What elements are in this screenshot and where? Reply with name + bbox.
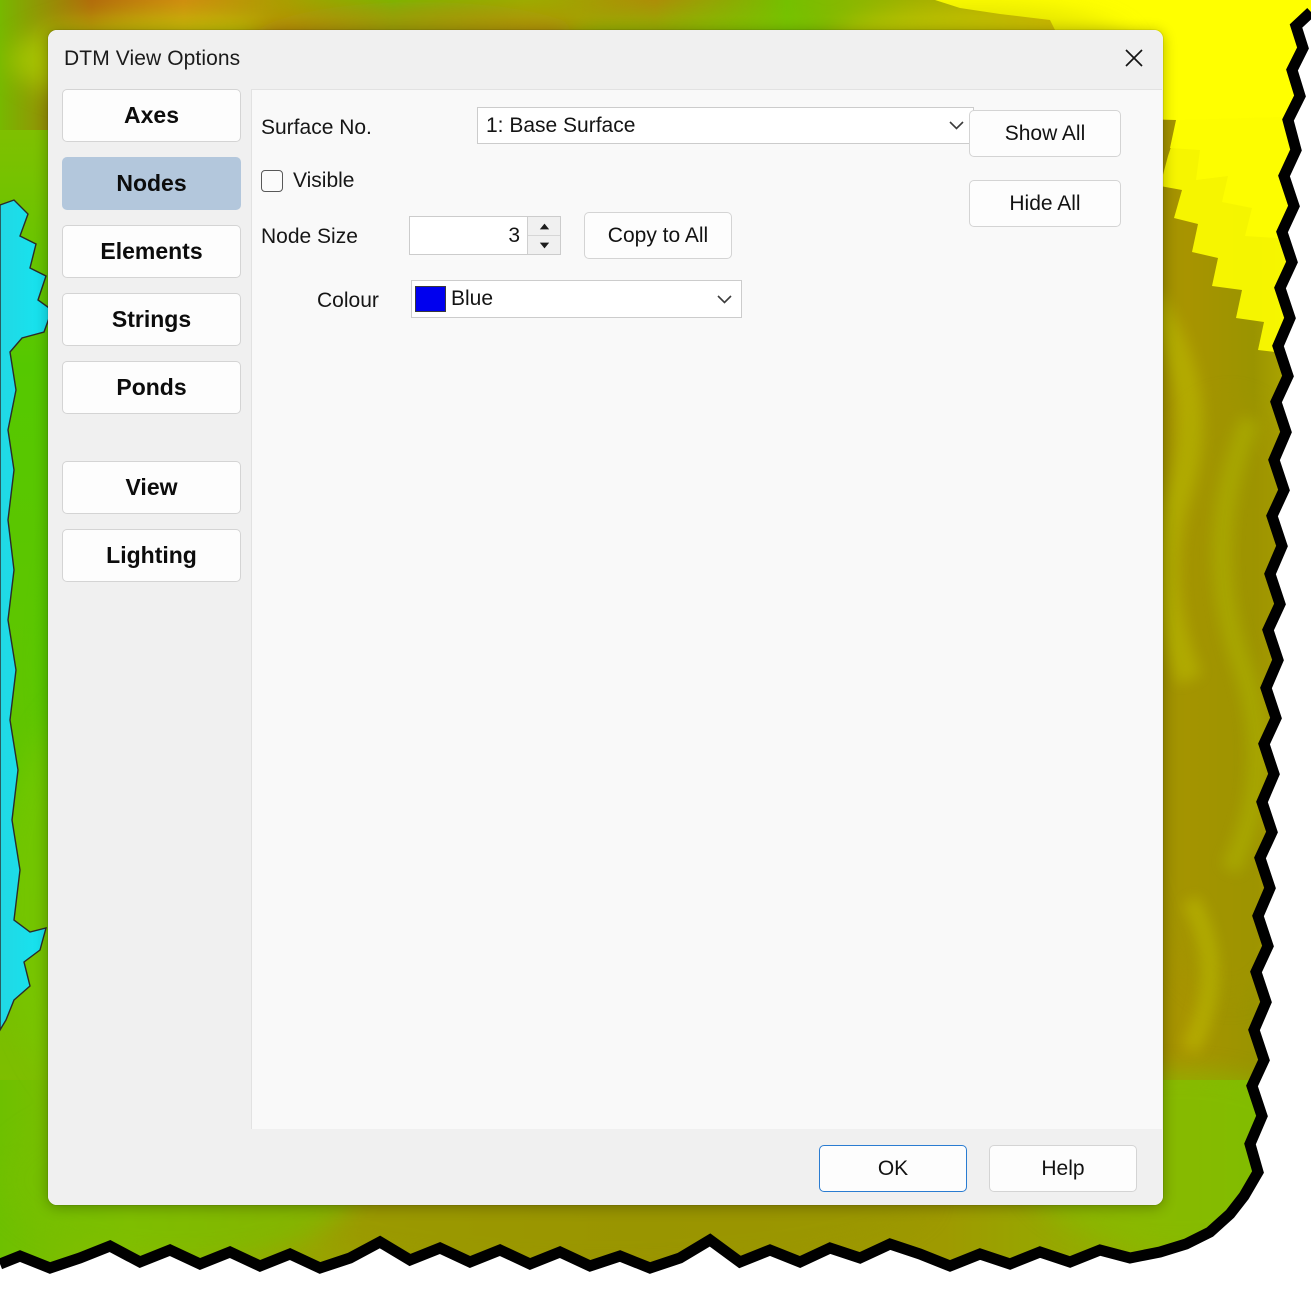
colour-label: Colour bbox=[317, 289, 379, 312]
sidebar-divider bbox=[62, 429, 241, 461]
sidebar-item-view[interactable]: View bbox=[62, 461, 241, 514]
page-title: DTM View Options bbox=[64, 47, 241, 70]
screen: DTM View Options Axes Nodes Elements Str… bbox=[0, 0, 1311, 1303]
node-size-spin-buttons bbox=[527, 217, 560, 254]
copy-to-all-button[interactable]: Copy to All bbox=[584, 212, 732, 259]
sidebar-item-lighting[interactable]: Lighting bbox=[62, 529, 241, 582]
node-size-input[interactable] bbox=[410, 217, 527, 254]
nodes-settings-panel: Surface No. 1: Base Surface Visible Node… bbox=[251, 89, 1162, 1130]
chevron-down-icon bbox=[939, 121, 973, 130]
triangle-up-icon[interactable] bbox=[528, 217, 560, 235]
node-size-stepper[interactable] bbox=[409, 216, 561, 255]
sidebar-item-strings[interactable]: Strings bbox=[62, 293, 241, 346]
dialog-titlebar: DTM View Options bbox=[48, 30, 1163, 89]
show-all-button[interactable]: Show All bbox=[969, 110, 1121, 157]
hide-all-button[interactable]: Hide All bbox=[969, 180, 1121, 227]
sidebar: Axes Nodes Elements Strings Ponds View L… bbox=[62, 89, 241, 597]
colour-value: Blue bbox=[451, 287, 494, 310]
ok-button[interactable]: OK bbox=[819, 1145, 967, 1192]
chevron-down-icon bbox=[707, 294, 741, 304]
visible-checkbox-row[interactable]: Visible bbox=[261, 169, 354, 193]
sidebar-item-axes[interactable]: Axes bbox=[62, 89, 241, 142]
sidebar-item-nodes[interactable]: Nodes bbox=[62, 157, 241, 210]
dialog-footer: OK Help bbox=[48, 1129, 1163, 1205]
sidebar-item-elements[interactable]: Elements bbox=[62, 225, 241, 278]
surface-no-value: 1: Base Surface bbox=[486, 113, 636, 137]
surface-no-label: Surface No. bbox=[261, 116, 372, 139]
triangle-down-icon[interactable] bbox=[528, 235, 560, 254]
colour-swatch bbox=[415, 286, 446, 312]
close-icon[interactable] bbox=[1105, 30, 1163, 85]
visible-label: Visible bbox=[293, 169, 355, 192]
dialog-body: Axes Nodes Elements Strings Ponds View L… bbox=[48, 89, 1163, 1130]
visible-checkbox[interactable] bbox=[261, 170, 283, 192]
colour-dropdown[interactable]: Blue bbox=[411, 280, 742, 318]
help-button[interactable]: Help bbox=[989, 1145, 1137, 1192]
sidebar-item-ponds[interactable]: Ponds bbox=[62, 361, 241, 414]
surface-no-dropdown[interactable]: 1: Base Surface bbox=[477, 107, 974, 144]
dtm-view-options-dialog: DTM View Options Axes Nodes Elements Str… bbox=[48, 30, 1163, 1205]
node-size-label: Node Size bbox=[261, 225, 358, 248]
